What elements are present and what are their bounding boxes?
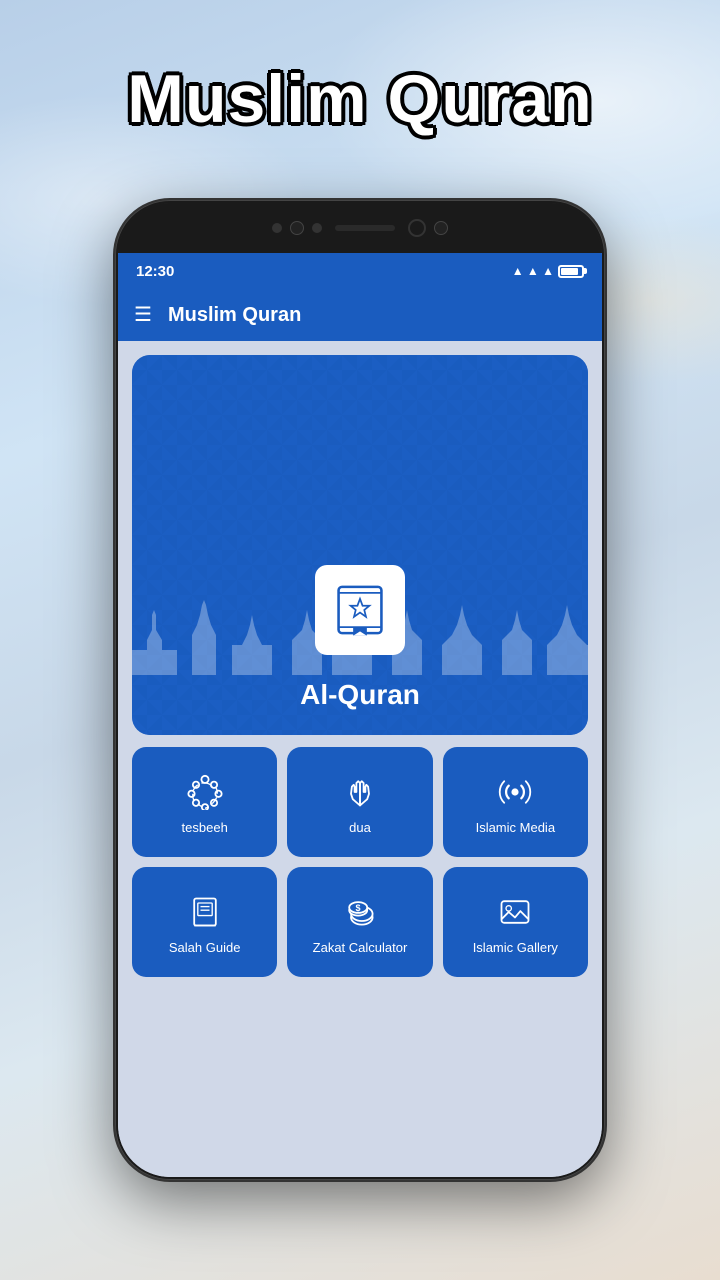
radio-waves-icon bbox=[497, 774, 533, 810]
menu-item-label-islamic-media: Islamic Media bbox=[476, 820, 555, 835]
menu-item-zakat-calculator[interactable]: $ Zakat Calculator bbox=[287, 867, 432, 977]
menu-item-islamic-gallery[interactable]: Islamic Gallery bbox=[443, 867, 588, 977]
front-camera bbox=[408, 219, 426, 237]
page-title: Muslim Quran bbox=[0, 60, 720, 138]
menu-item-islamic-media[interactable]: Islamic Media bbox=[443, 747, 588, 857]
menu-item-label-zakat-calculator: Zakat Calculator bbox=[313, 940, 408, 955]
app-bar: ☰ Muslim Quran bbox=[118, 289, 602, 341]
scroll-content[interactable]: Al-Quran bbox=[118, 341, 602, 1177]
svg-text:$: $ bbox=[355, 903, 360, 913]
screen: 12:30 ▲ ▲ ▲ ☰ Muslim Quran bbox=[118, 253, 602, 1177]
quran-banner-title: Al-Quran bbox=[300, 679, 420, 711]
prayer-beads-icon bbox=[187, 774, 223, 810]
status-icons: ▲ ▲ ▲ bbox=[512, 264, 584, 278]
menu-item-tesbeeh[interactable]: tesbeeh bbox=[132, 747, 277, 857]
camera-dot-1 bbox=[272, 223, 282, 233]
camera-bar bbox=[118, 203, 602, 253]
menu-item-label-dua: dua bbox=[349, 820, 371, 835]
banner-pattern bbox=[132, 355, 588, 735]
status-time: 12:30 bbox=[136, 263, 174, 280]
status-bar: 12:30 ▲ ▲ ▲ bbox=[118, 253, 602, 289]
menu-item-salah-guide[interactable]: Salah Guide bbox=[132, 867, 277, 977]
phone-inner: 12:30 ▲ ▲ ▲ ☰ Muslim Quran bbox=[118, 203, 602, 1177]
phone-frame: 12:30 ▲ ▲ ▲ ☰ Muslim Quran bbox=[115, 200, 605, 1180]
coins-icon: $ bbox=[342, 894, 378, 930]
camera-dot-4 bbox=[434, 221, 448, 235]
quran-icon-wrapper bbox=[315, 565, 405, 655]
speaker-slot bbox=[335, 225, 395, 231]
app-bar-title: Muslim Quran bbox=[168, 304, 301, 327]
quran-banner[interactable]: Al-Quran bbox=[132, 355, 588, 735]
camera-dot-2 bbox=[290, 221, 304, 235]
battery-icon bbox=[558, 265, 584, 278]
quran-book-icon bbox=[333, 580, 387, 640]
menu-item-dua[interactable]: dua bbox=[287, 747, 432, 857]
menu-grid: tesbeeh dua bbox=[132, 747, 588, 977]
signal-icon: ▲ ▲ ▲ bbox=[512, 264, 554, 278]
battery-fill bbox=[561, 268, 578, 275]
menu-item-label-tesbeeh: tesbeeh bbox=[182, 820, 228, 835]
book-icon bbox=[187, 894, 223, 930]
praying-hands-icon bbox=[342, 774, 378, 810]
camera-dot-3 bbox=[312, 223, 322, 233]
menu-icon[interactable]: ☰ bbox=[134, 305, 152, 325]
menu-item-label-islamic-gallery: Islamic Gallery bbox=[473, 940, 558, 955]
menu-item-label-salah-guide: Salah Guide bbox=[169, 940, 241, 955]
image-icon bbox=[497, 894, 533, 930]
